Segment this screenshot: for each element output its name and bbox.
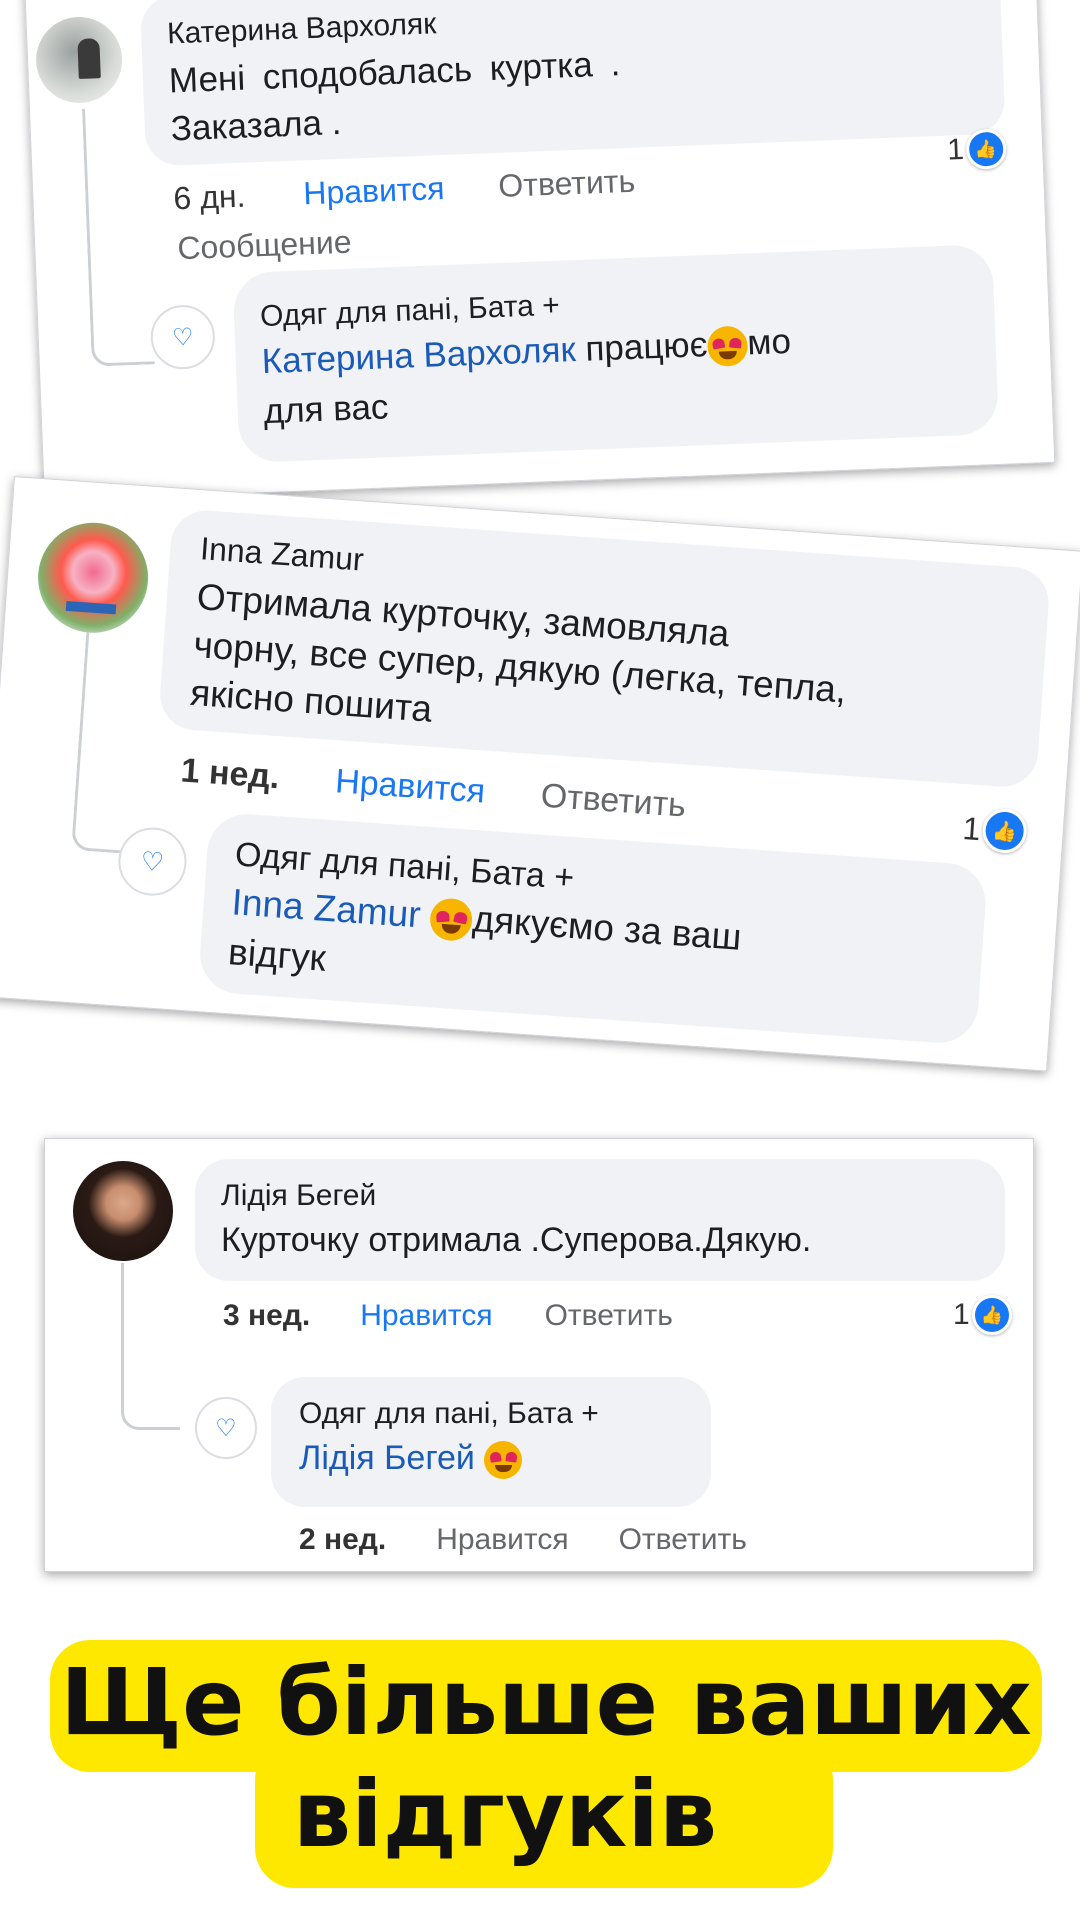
like-button[interactable]: Нравится xyxy=(334,762,486,811)
like-reaction-icon: 👍 xyxy=(965,128,1007,170)
comment-text: якісно пошита xyxy=(188,671,434,730)
reply-bubble: Одяг для пані, Бата + Катерина Вархоляк … xyxy=(232,244,1000,464)
reply-text: для вас xyxy=(262,387,390,432)
reply-text: мо xyxy=(746,321,792,363)
reply-actions: 2 нед. Нравится Ответить xyxy=(299,1523,747,1557)
reaction-count[interactable]: 1 👍 xyxy=(961,806,1028,855)
reply-button[interactable]: Ответить xyxy=(539,777,688,826)
comment-text: Заказала . xyxy=(170,102,343,149)
comment-bubble: Лідія Бегей Курточку отримала .Суперова.… xyxy=(195,1159,1005,1281)
reaction-count[interactable]: 1 👍 xyxy=(946,128,1007,170)
heart-eyes-emoji-icon xyxy=(429,897,475,943)
like-reaction-icon: 👍 xyxy=(971,1295,1012,1335)
thread-line xyxy=(71,632,150,855)
comment-text: Курточку отримала .Суперова.Дякую. xyxy=(221,1221,812,1259)
avatar[interactable] xyxy=(73,1161,173,1261)
thread-line xyxy=(81,106,155,367)
comment-time[interactable]: 1 нед. xyxy=(179,751,281,797)
heart-eyes-emoji-icon xyxy=(484,1441,523,1480)
like-button[interactable]: Нравится xyxy=(303,170,446,212)
reply-reply-button[interactable]: Ответить xyxy=(619,1523,747,1557)
comment-time[interactable]: 3 нед. xyxy=(223,1299,310,1333)
comment-actions: 3 нед. Нравится Ответить xyxy=(223,1299,673,1333)
comment-text: Мені сподобалась куртка . xyxy=(168,44,621,101)
thread-line xyxy=(121,1263,180,1430)
reaction-count-number: 1 xyxy=(953,1298,970,1331)
reply-author[interactable]: Одяг для пані, Бата + xyxy=(259,289,560,334)
comment-card-1: Катерина Вархоляк Мені сподобалась куртк… xyxy=(24,0,1056,502)
comment-time[interactable]: 6 дн. xyxy=(173,178,246,218)
like-reaction-icon: 👍 xyxy=(980,807,1028,855)
reply-button[interactable]: Ответить xyxy=(498,163,636,205)
comment-author[interactable]: Лідія Бегей xyxy=(221,1179,376,1213)
comment-card-3: Лідія Бегей Курточку отримала .Суперова.… xyxy=(44,1138,1034,1572)
comment-card-2: Inna Zamur Отримала курточку, замовляла … xyxy=(0,476,1080,1072)
page-avatar[interactable]: ♡ xyxy=(195,1397,257,1459)
reply-mention[interactable]: Лідія Бегей xyxy=(299,1439,475,1477)
reply-button[interactable]: Ответить xyxy=(545,1299,673,1333)
reply-author[interactable]: Одяг для пані, Бата + xyxy=(299,1397,599,1431)
reply-like-button[interactable]: Нравится xyxy=(436,1523,568,1557)
reply-text: дякуємо за ваш xyxy=(471,898,743,958)
reply-text: відгук xyxy=(226,931,328,979)
comment-bubble: Катерина Вархоляк Мені сподобалась куртк… xyxy=(139,0,1006,167)
banner-subtitle: відгуків xyxy=(292,1761,718,1868)
comment-bubble: Inna Zamur Отримала курточку, замовляла … xyxy=(157,508,1051,790)
reply-bubble: Одяг для пані, Бата + Inna Zamur дякуємо… xyxy=(197,811,989,1046)
avatar[interactable] xyxy=(34,15,124,105)
reply-mention[interactable]: Inna Zamur xyxy=(230,881,422,935)
reaction-count[interactable]: 1 👍 xyxy=(953,1295,1012,1335)
banner-title: Ще більше ваших xyxy=(60,1649,1032,1756)
comment-author[interactable]: Inna Zamur xyxy=(199,530,365,578)
comment-author[interactable]: Катерина Вархоляк xyxy=(167,7,437,51)
avatar[interactable] xyxy=(34,519,152,637)
reaction-count-number: 1 xyxy=(946,133,965,167)
comment-actions: 6 дн. Нравится Ответить xyxy=(173,163,636,218)
reply-mention[interactable]: Катерина Вархоляк xyxy=(261,330,576,381)
like-button[interactable]: Нравится xyxy=(360,1299,492,1333)
message-button[interactable]: Сообщение xyxy=(177,224,352,268)
reaction-count-number: 1 xyxy=(961,809,982,847)
reply-bubble: Одяг для пані, Бата + Лідія Бегей xyxy=(271,1377,711,1507)
reply-text: працює xyxy=(584,325,709,369)
page-avatar[interactable]: ♡ xyxy=(149,303,217,371)
heart-eyes-emoji-icon xyxy=(706,325,749,367)
reply-time[interactable]: 2 нед. xyxy=(299,1523,386,1557)
